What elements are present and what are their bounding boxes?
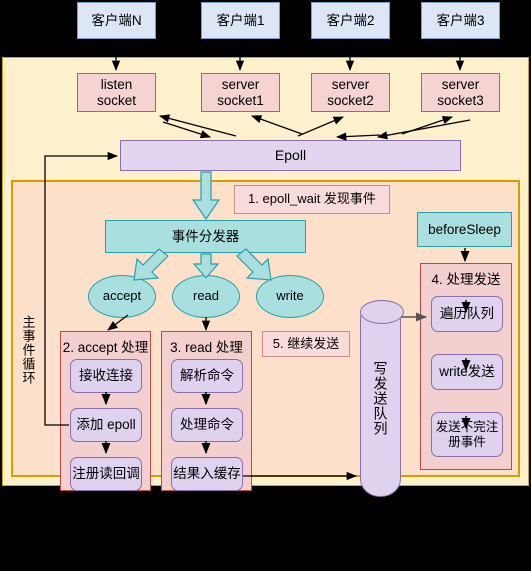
client-box-n[interactable]: 客户端N [77, 2, 156, 39]
socket-label-line2: socket2 [327, 92, 374, 108]
socket-label-line1: server [221, 76, 260, 92]
event-label: read [192, 288, 220, 304]
write-send-queue-label: 写发送队列 [372, 361, 389, 436]
epoll-box[interactable]: Epoll [120, 140, 461, 171]
socket-label-line2: socket1 [217, 92, 264, 108]
step-box[interactable]: 接收连接 [70, 359, 142, 393]
step-label: 解析命令 [180, 368, 234, 384]
write-send-queue-cylinder[interactable]: 写发送队列 [360, 300, 404, 497]
event-dispatcher-label: 事件分发器 [171, 228, 240, 244]
step-label: 添加 epoll [76, 417, 136, 433]
group-title: 2. accept 处理 [62, 340, 149, 355]
client-label: 客户端1 [216, 12, 265, 28]
main-event-loop-text: 主事件循环 [20, 315, 36, 385]
before-sleep-box[interactable]: beforeSleep [417, 212, 512, 247]
event-label: write [276, 288, 304, 304]
step-label: write发送 [439, 364, 495, 380]
client-box-3[interactable]: 客户端3 [421, 2, 500, 39]
note-epoll-wait-text: 1. epoll_wait 发现事件 [248, 191, 376, 207]
event-ellipse-accept[interactable]: accept [88, 275, 156, 318]
diagram-canvas: 客户端N 客户端1 客户端2 客户端3 listen socket server… [0, 0, 531, 571]
group-send-handling: 4. 处理发送 遍历队列 write发送 发送不完注册事件 [420, 263, 512, 470]
step-label: 接收连接 [79, 368, 133, 384]
client-box-1[interactable]: 客户端1 [201, 2, 280, 39]
socket-box-listen[interactable]: listen socket [77, 73, 156, 112]
step-box[interactable]: 添加 epoll [70, 408, 142, 442]
socket-box-server3[interactable]: server socket3 [421, 73, 500, 112]
before-sleep-label: beforeSleep [428, 221, 501, 237]
step-box[interactable]: 遍历队列 [431, 296, 503, 332]
group-title: 4. 处理发送 [431, 272, 501, 287]
note-epoll-wait: 1. epoll_wait 发现事件 [234, 185, 390, 214]
group-accept-handling: 2. accept 处理 接收连接 添加 epoll 注册读回调 [60, 331, 151, 491]
client-label: 客户端2 [326, 12, 375, 28]
step-box[interactable]: 发送不完注册事件 [431, 412, 503, 457]
event-ellipse-read[interactable]: read [172, 275, 240, 318]
socket-box-server2[interactable]: server socket2 [311, 73, 390, 112]
step-label: 注册读回调 [72, 466, 140, 482]
event-dispatcher-box[interactable]: 事件分发器 [105, 220, 306, 253]
client-label: 客户端N [91, 12, 142, 28]
step-label: 结果入缓存 [173, 466, 241, 482]
step-label: 遍历队列 [440, 306, 494, 322]
step-box[interactable]: 注册读回调 [70, 457, 142, 491]
group-title: 3. read 处理 [170, 340, 243, 355]
group-read-handling: 3. read 处理 解析命令 处理命令 结果入缓存 [161, 331, 252, 491]
socket-label-line2: socket [96, 92, 137, 108]
cylinder-top-ellipse [360, 300, 404, 324]
step-label: 处理命令 [180, 417, 234, 433]
step-label: 发送不完注册事件 [435, 420, 499, 449]
note-continue-send: 5. 继续发送 [262, 331, 350, 357]
socket-label-line1: server [331, 76, 370, 92]
client-label: 客户端3 [436, 12, 485, 28]
client-box-2[interactable]: 客户端2 [311, 2, 390, 39]
step-box[interactable]: 处理命令 [171, 408, 243, 442]
step-box[interactable]: 解析命令 [171, 359, 243, 393]
epoll-label: Epoll [274, 147, 307, 164]
event-label: accept [102, 288, 142, 304]
main-event-loop-label: 主事件循环 [18, 295, 38, 405]
step-box[interactable]: 结果入缓存 [171, 457, 243, 491]
event-ellipse-write[interactable]: write [256, 275, 324, 318]
socket-label-line2: socket3 [437, 92, 484, 108]
socket-box-server1[interactable]: server socket1 [201, 73, 280, 112]
socket-label-line1: listen [100, 76, 133, 92]
step-box[interactable]: write发送 [431, 354, 503, 390]
socket-label-line1: server [441, 76, 480, 92]
note-continue-send-text: 5. 继续发送 [272, 335, 340, 351]
